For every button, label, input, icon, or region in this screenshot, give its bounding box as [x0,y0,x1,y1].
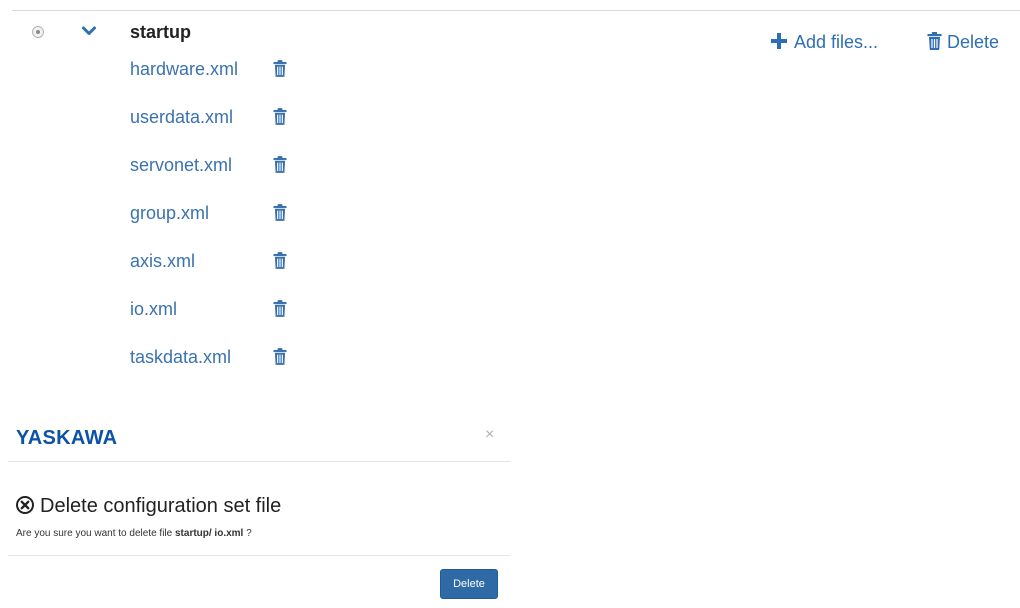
file-link[interactable]: hardware.xml [130,59,238,80]
trash-icon[interactable] [273,108,287,125]
trash-icon[interactable] [273,300,287,317]
file-row: hardware.xml [130,57,330,105]
file-row: axis.xml [130,249,330,297]
file-row: taskdata.xml [130,345,330,393]
add-files-label: Add files... [794,32,879,52]
file-link[interactable]: taskdata.xml [130,347,231,368]
file-row: group.xml [130,201,330,249]
file-link[interactable]: userdata.xml [130,107,233,128]
trash-icon[interactable] [273,156,287,173]
file-list: hardware.xml userdata.xml servonet.xml g… [130,57,330,393]
add-files-button[interactable]: Add files... [770,32,878,55]
file-row: servonet.xml [130,153,330,201]
delete-set-label: Delete [947,32,1000,52]
file-link[interactable]: io.xml [130,299,177,320]
config-set-radio[interactable] [32,26,44,38]
message-prefix: Are you sure you want to delete file [16,528,175,539]
delete-file-modal: YASKAWA × Delete configuration set file … [8,410,510,608]
modal-footer-divider [8,555,510,556]
file-link[interactable]: servonet.xml [130,155,232,176]
delete-set-button[interactable]: Delete [927,32,999,55]
close-icon[interactable]: × [485,426,494,444]
file-link[interactable]: axis.xml [130,251,195,272]
yaskawa-logo: YASKAWA [16,427,118,449]
trash-icon[interactable] [273,348,287,365]
chevron-down-icon[interactable] [81,23,97,39]
file-row: io.xml [130,297,330,345]
plus-icon [770,32,788,55]
file-row: userdata.xml [130,105,330,153]
config-set-name: startup [130,22,192,42]
trash-icon [927,32,942,55]
trash-icon[interactable] [273,252,287,269]
modal-message: Are you sure you want to delete file sta… [16,528,252,539]
file-link[interactable]: group.xml [130,203,209,224]
modal-title-text: Delete configuration set file [40,495,282,517]
top-divider [12,10,1020,11]
trash-icon[interactable] [273,60,287,77]
message-file: startup/ io.xml [174,528,244,539]
modal-header-divider [8,461,510,462]
circle-x-icon [16,496,34,520]
modal-title: Delete configuration set file [16,495,281,520]
message-suffix: ? [243,528,252,539]
confirm-delete-button[interactable]: Delete [440,569,498,599]
trash-icon[interactable] [273,204,287,221]
